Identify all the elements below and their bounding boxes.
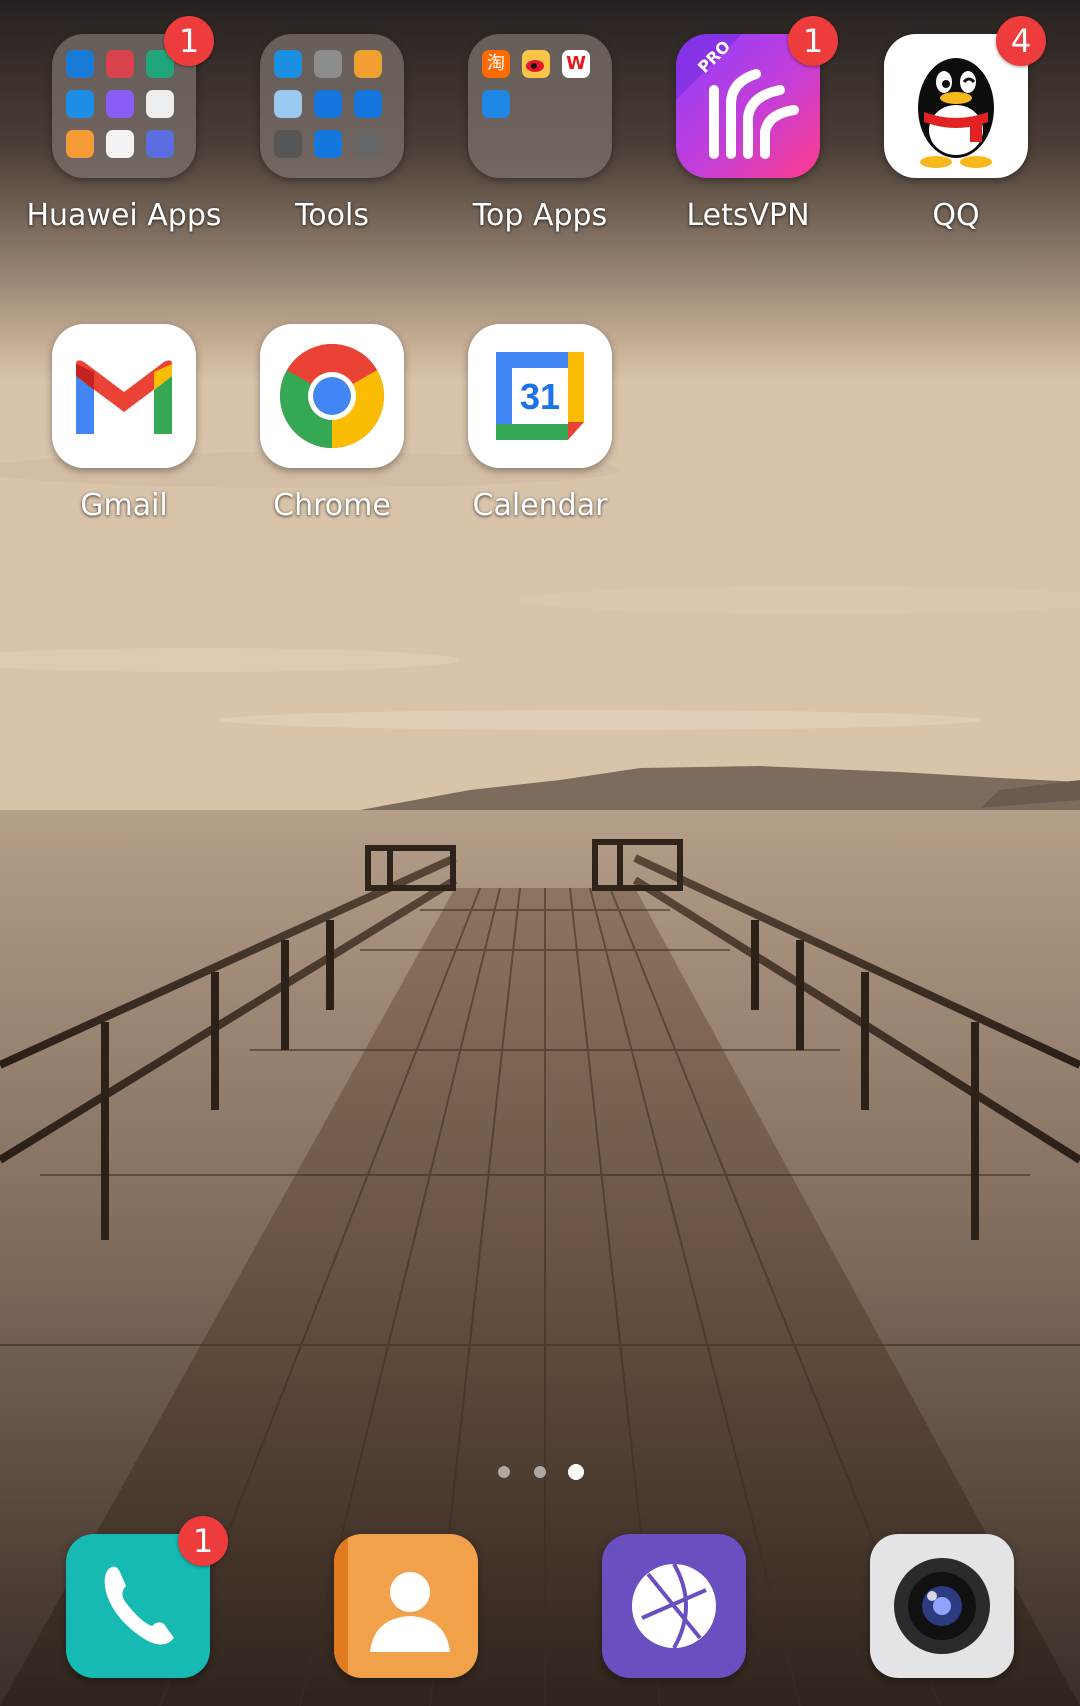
app-letsvpn[interactable]: PRO 1 LetsVPN bbox=[648, 16, 848, 233]
app-tools-folder[interactable]: Tools bbox=[232, 34, 432, 233]
notification-badge: 1 bbox=[178, 1516, 228, 1566]
app-label: QQ bbox=[932, 198, 980, 233]
dock-phone[interactable]: 1 bbox=[66, 1516, 228, 1678]
camera-icon bbox=[870, 1534, 1014, 1678]
app-label: Top Apps bbox=[472, 198, 608, 233]
app-huawei-apps-folder[interactable]: 1 Huawei Apps bbox=[24, 16, 224, 233]
gmail-icon bbox=[52, 324, 196, 468]
top-apps-folder-icon: 淘 W bbox=[468, 34, 612, 178]
calendar-icon: 31 bbox=[468, 324, 612, 468]
notification-badge: 1 bbox=[164, 16, 214, 66]
app-label: Tools bbox=[295, 198, 369, 233]
dock-contacts[interactable] bbox=[334, 1534, 478, 1678]
app-label: Gmail bbox=[80, 488, 168, 523]
app-qq[interactable]: 4 QQ bbox=[856, 16, 1056, 233]
app-chrome[interactable]: Chrome bbox=[232, 324, 432, 523]
tools-folder-icon bbox=[260, 34, 404, 178]
app-label: Calendar bbox=[472, 488, 608, 523]
chrome-icon bbox=[260, 324, 404, 468]
page-dot-3-active[interactable] bbox=[568, 1464, 584, 1480]
app-top-apps-folder[interactable]: 淘 W Top Apps bbox=[440, 34, 640, 233]
contacts-icon bbox=[334, 1534, 478, 1678]
notification-badge: 4 bbox=[996, 16, 1046, 66]
app-gmail[interactable]: Gmail bbox=[24, 324, 224, 523]
weibo-icon bbox=[526, 60, 544, 72]
app-label: LetsVPN bbox=[686, 198, 810, 233]
app-label: Huawei Apps bbox=[26, 198, 222, 233]
wallpaper-pier-lake bbox=[0, 0, 1080, 1706]
app-calendar[interactable]: 31 Calendar bbox=[440, 324, 640, 523]
dock-browser[interactable] bbox=[602, 1534, 746, 1678]
browser-icon bbox=[602, 1534, 746, 1678]
page-dot-1[interactable] bbox=[498, 1466, 510, 1478]
page-dot-2[interactable] bbox=[534, 1466, 546, 1478]
app-label: Chrome bbox=[273, 488, 391, 523]
page-indicator[interactable] bbox=[0, 1460, 1080, 1484]
svg-text:31: 31 bbox=[520, 376, 560, 417]
notification-badge: 1 bbox=[788, 16, 838, 66]
dock-camera[interactable] bbox=[870, 1534, 1014, 1678]
